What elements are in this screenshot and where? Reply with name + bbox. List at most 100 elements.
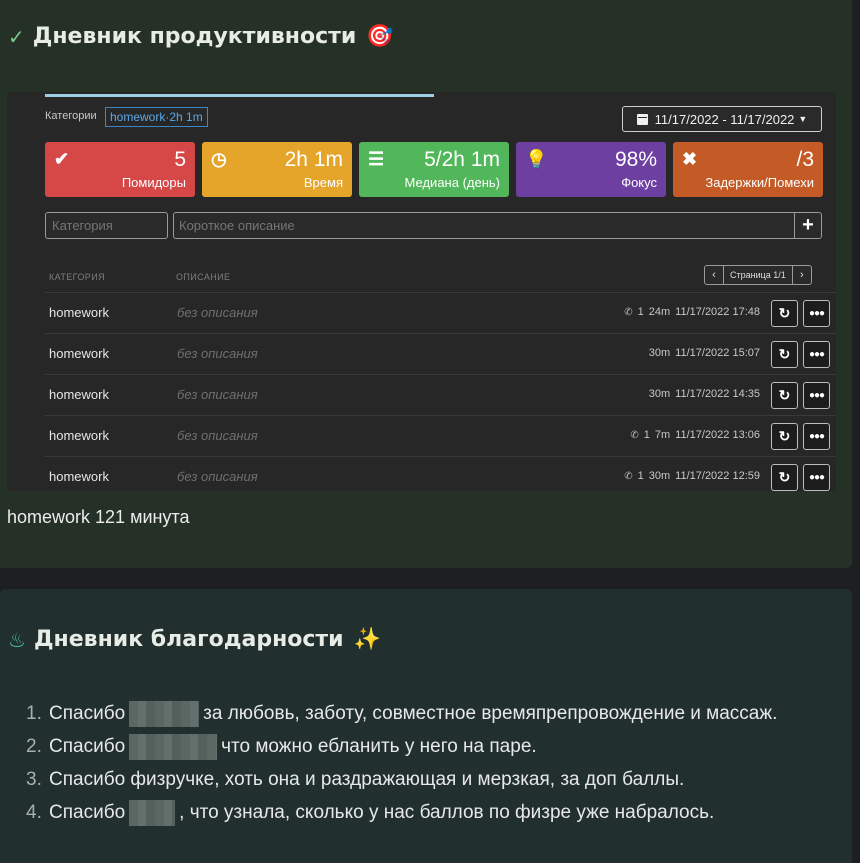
row-interruptions: 1 [643,429,650,441]
next-page-button[interactable]: › [791,265,812,285]
date-range-value: 11/17/2022 - 11/17/2022 [654,111,795,127]
stat-value: 2h 1m [284,148,343,171]
row-description: без описания [177,346,258,361]
row-timestamp: 11/17/2022 12:59 [675,470,760,482]
sessions-table: homework без описания ✆ 1 24m 11/17/2022 17:4… [45,292,836,491]
calendar-icon [636,113,648,125]
stat-value: 5/2h 1m [424,148,500,171]
row-duration: 30m [648,347,671,359]
date-range-picker[interactable]: 11/17/2022 - 11/17/2022 ▼ [622,106,822,132]
row-category: homework [49,346,109,361]
row-duration: 7m [654,429,671,441]
stat-card-time: ◷ 2h 1m Время [202,142,352,197]
row-timestamp: 11/17/2022 13:06 [675,429,760,441]
categories-label: Категории [45,110,97,122]
productivity-heading: ✓ Дневник продуктивности 🎯 [8,24,394,49]
pagination: ‹ Страница 1/1 › [704,265,812,285]
column-header-description: ОПИСАНИЕ [176,272,231,282]
row-duration: 30m [648,470,671,482]
table-row: homework без описания 30m 11/17/2022 15:07 ↻… [45,333,836,374]
stat-value: 98% [614,148,657,171]
gratitude-text: за любовь, заботу, совместное времяпрепр… [203,703,778,724]
add-entry-button[interactable]: + [794,212,822,239]
prev-page-button[interactable]: ‹ [704,265,724,285]
row-timestamp: 11/17/2022 14:35 [675,388,760,400]
redacted-name [129,799,176,826]
redo-button[interactable]: ↻ [771,423,798,450]
row-category: homework [49,387,109,402]
row-category: homework [49,469,109,484]
category-input[interactable] [45,212,168,239]
summary-text: homework 121 минута [7,507,190,527]
table-row: homework без описания ✆ 1 24m 11/17/2022 17:4… [45,292,836,333]
stat-value: 5 [174,148,186,171]
gratitude-text: Спасибо физручке, хоть она и раздражающа… [49,769,685,790]
clock-icon: ◷ [211,149,227,169]
stat-card-focus: 💡 98% Фокус [516,142,666,197]
gratitude-text: Спасибо [49,736,126,757]
row-timestamp: 11/17/2022 17:48 [675,306,760,318]
redo-button[interactable]: ↻ [771,300,798,327]
sparkles-emoji-icon: ✨ [353,627,381,652]
list-item: 4. Спасибо, что узнала, сколько у нас ба… [26,796,806,829]
table-row: homework без описания ✆ 1 30m 11/17/2022 12:5… [45,456,836,491]
stat-label: Фокус [621,175,657,190]
gratitude-heading: ♨ Дневник благодарности ✨ [8,627,381,652]
column-header-category: КАТЕГОРИЯ [49,272,105,282]
description-input[interactable] [173,212,795,239]
row-duration: 30m [648,388,671,400]
redacted-name [129,700,200,727]
gratitude-section: ♨ Дневник благодарности ✨ 1. Спасибо за л… [0,589,852,863]
checkmark-icon: ✓ [8,24,25,49]
more-options-button[interactable]: ●●● [803,382,830,409]
more-options-button[interactable]: ●●● [803,341,830,368]
row-meta: ✆ 1 24m 11/17/2022 17:48 [624,306,760,318]
more-options-button[interactable]: ●●● [803,300,830,327]
phone-icon: ✆ [630,429,639,441]
stat-label: Время [303,175,343,190]
gratitude-text: что можно ебланить у него на паре. [221,736,537,757]
phone-icon: ✆ [624,306,633,318]
x-icon: ✖ [682,149,698,169]
row-category: homework [49,428,109,443]
chevron-down-icon: ▼ [798,114,808,124]
gratitude-text: Спасибо [49,802,126,823]
redo-button[interactable]: ↻ [771,341,798,368]
row-description: без описания [177,305,258,320]
more-options-button[interactable]: ●●● [803,423,830,450]
list-item: 1. Спасибо за любовь, заботу, совместное … [26,697,806,730]
check-circle-icon: ✔ [54,149,70,169]
redacted-name [129,733,218,760]
stat-card-pomodoros: ✔ 5 Помидоры [45,142,195,197]
stat-card-interruptions: ✖ /3 Задержки/Помехи [673,142,823,197]
category-chip[interactable]: homework·2h 1m [105,107,208,127]
target-emoji-icon: 🎯 [366,24,394,49]
stat-label: Задержки/Помехи [705,175,814,190]
stat-card-median: ☰ 5/2h 1m Медиана (день) [359,142,509,197]
lightbulb-icon: 💡 [525,149,548,169]
more-options-button[interactable]: ●●● [803,464,830,491]
row-description: без описания [177,469,258,484]
flame-icon: ♨ [8,627,26,652]
stat-value: /3 [796,148,814,171]
row-meta: ✆ 1 30m 11/17/2022 12:59 [624,470,760,482]
page-indicator: Страница 1/1 [724,265,792,285]
row-interruptions: 1 [637,470,644,482]
row-category: homework [49,305,109,320]
table-row: homework без описания 30m 11/17/2022 14:35 ↻… [45,374,836,415]
row-duration: 24m [648,306,671,318]
stat-label: Медиана (день) [404,175,500,190]
list-icon: ☰ [368,149,385,169]
productivity-section: ✓ Дневник продуктивности 🎯 Категории hom… [0,0,852,568]
loading-progress-bar [45,94,434,97]
productivity-title: Дневник продуктивности [32,24,357,49]
row-description: без описания [177,387,258,402]
stat-label: Помидоры [121,175,186,190]
gratitude-text: , что узнала, сколько у нас баллов по фи… [179,802,715,823]
pomodoro-widget: Категории homework·2h 1m 11/17/2022 - 11… [7,92,836,491]
list-item: 2. Спасибо что можно ебланить у него на п… [26,730,806,763]
table-row: homework без описания ✆ 1 7m 11/17/2022 13:06… [45,415,836,456]
redo-button[interactable]: ↻ [771,382,798,409]
row-meta: ✆ 1 7m 11/17/2022 13:06 [630,429,760,441]
redo-button[interactable]: ↻ [771,464,798,491]
